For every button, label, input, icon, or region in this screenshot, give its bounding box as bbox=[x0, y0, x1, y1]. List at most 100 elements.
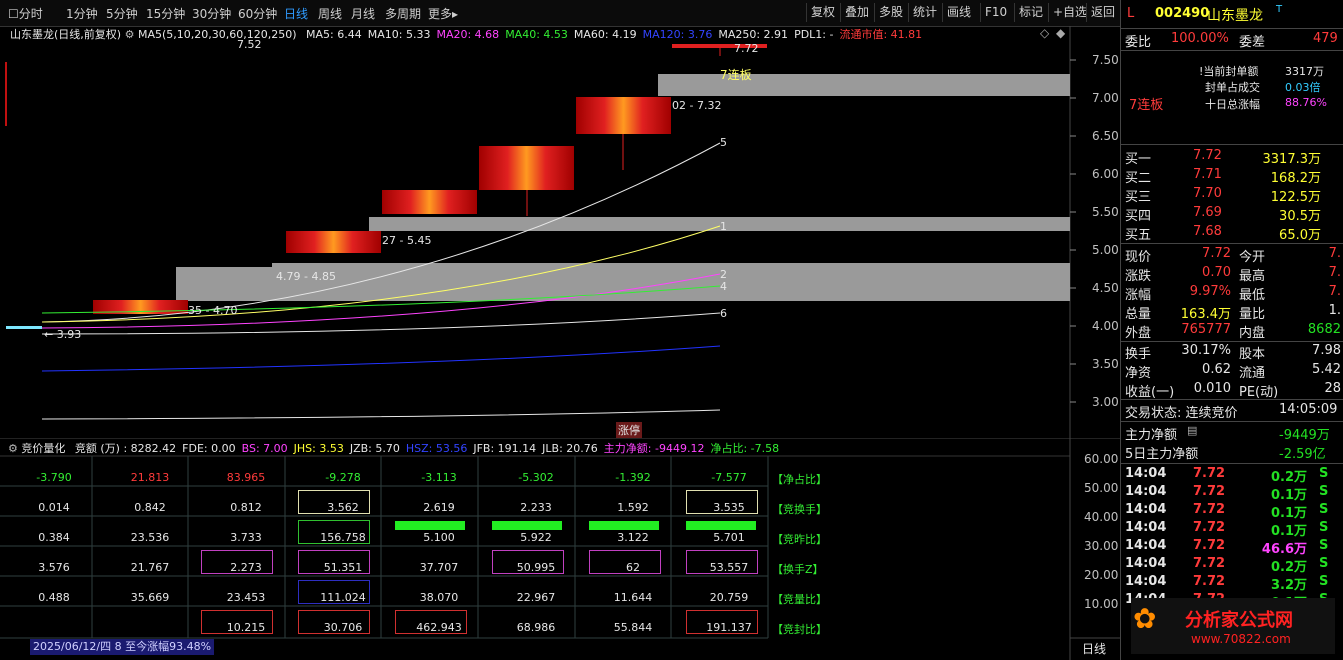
ma120-line bbox=[41, 345, 721, 372]
tick-row[interactable]: 14:04 7.72 0.1万 S bbox=[1121, 520, 1343, 539]
grid-cell: -1.392 bbox=[615, 471, 651, 484]
candle-2 bbox=[286, 231, 381, 253]
tick-row[interactable]: 14:04 7.72 46.6万 S bbox=[1121, 538, 1343, 557]
quote-label: 涨跌 bbox=[1125, 269, 1152, 284]
tb-60min-tab[interactable]: 60分钟 bbox=[238, 5, 277, 22]
label-732: 02 - 7.32 bbox=[672, 99, 722, 112]
tick-row[interactable]: 14:04 7.72 0.1万 S bbox=[1121, 484, 1343, 503]
fund-value: 0.010 bbox=[1193, 381, 1231, 396]
quote-panel: L 002490 山东墨龙 T 委比 100.00% 委差 479 !当前封单额… bbox=[1120, 0, 1343, 660]
grid-cell: 21.813 bbox=[130, 471, 170, 484]
diamond-icon[interactable]: ◇ bbox=[1040, 26, 1049, 40]
tb-multi-tab[interactable]: 多周期 bbox=[385, 5, 421, 22]
tb-1min-tab[interactable]: 1分钟 bbox=[66, 5, 98, 22]
tick-side: S bbox=[1319, 520, 1329, 535]
list-icon[interactable]: ▤ bbox=[1187, 424, 1197, 437]
add-watchlist-button[interactable]: +自选 bbox=[1048, 3, 1091, 22]
tb-5min-tab[interactable]: 5分钟 bbox=[106, 5, 138, 22]
tick-price: 7.72 bbox=[1193, 502, 1226, 517]
stats-button[interactable]: 统计 bbox=[908, 3, 941, 22]
grid-cell: 2.619 bbox=[423, 501, 455, 514]
multi-stock-button[interactable]: 多股 bbox=[874, 3, 907, 22]
tick-side: S bbox=[1319, 484, 1329, 499]
limit-up-tag: 涨停 bbox=[616, 422, 642, 438]
back-button[interactable]: 返回 bbox=[1086, 3, 1119, 22]
stock-name: 山东墨龙 bbox=[1207, 8, 1263, 24]
bid-label: 买二 bbox=[1125, 171, 1152, 186]
indicator-legend: ⚙ 竞价量化 竞额 (万) : 8282.42 FDE: 0.00 BS: 7.00… bbox=[8, 440, 779, 456]
quote-label: 内盘 bbox=[1239, 326, 1266, 341]
indicator-values: 竞额 (万) : 8282.42 FDE: 0.00 BS: 7.00 JHS: 3.… bbox=[69, 442, 779, 455]
tb-monthly-tab[interactable]: 月线 bbox=[351, 5, 375, 22]
tb-daily-tab[interactable]: 日线 bbox=[284, 5, 308, 22]
fund-value: 0.62 bbox=[1202, 362, 1231, 377]
tb-30min-tab[interactable]: 30分钟 bbox=[192, 5, 231, 22]
fund-row: 换手 30.17% 股本 7.98 bbox=[1121, 343, 1343, 362]
tick-row[interactable]: 14:04 7.72 0.2万 S bbox=[1121, 556, 1343, 575]
tick-row[interactable]: 14:04 7.72 0.1万 S bbox=[1121, 502, 1343, 521]
tick-volume: 0.1万 bbox=[1270, 524, 1307, 539]
diamond-filled-icon[interactable]: ◆ bbox=[1056, 26, 1065, 40]
grid-cell: 3.733 bbox=[230, 531, 262, 544]
indicator-tick-label: 10.00 bbox=[1084, 597, 1119, 611]
tb-minute-tab[interactable]: ☐分时 bbox=[8, 5, 43, 22]
trade-state-row: 交易状态: 连续竞价 14:05:09 bbox=[1125, 402, 1338, 421]
bid-volume: 65.0万 bbox=[1279, 228, 1321, 243]
grid-cell: -9.278 bbox=[325, 471, 361, 484]
settings-icon[interactable]: ⚙ bbox=[125, 28, 135, 41]
fund-row: 净资 0.62 流通 5.42 bbox=[1121, 362, 1343, 381]
indicator-value: 竞额 (万) : 8282.42 bbox=[74, 442, 177, 455]
grid-cell: -5.302 bbox=[518, 471, 554, 484]
grid-cell: 83.965 bbox=[226, 471, 266, 484]
price-tick-label: 6.50 bbox=[1092, 129, 1119, 143]
ma-legend-item: MA120: 3.76 bbox=[642, 28, 713, 41]
row-label: 【竞换手】 bbox=[772, 503, 827, 516]
grid-cell: 51.351 bbox=[323, 561, 363, 574]
seal-amount-value: 3317万 bbox=[1285, 65, 1324, 78]
tick-time: 14:04 bbox=[1125, 484, 1167, 499]
indicator-tick-label: 20.00 bbox=[1084, 568, 1119, 582]
label-752: 7.52 bbox=[237, 38, 262, 51]
stock-name-sup: T bbox=[1276, 4, 1283, 15]
watermark-logo: ✿ 分析家公式网 www.70822.com bbox=[1131, 598, 1335, 654]
tick-time: 14:04 bbox=[1125, 466, 1167, 481]
grid-cell: 5.100 bbox=[423, 531, 455, 544]
mark-button[interactable]: 标记 bbox=[1014, 3, 1047, 22]
tick-side: S bbox=[1319, 556, 1329, 571]
period-tab-daily[interactable]: 日线 bbox=[1082, 640, 1106, 657]
ma-legend-item: PDL1: - bbox=[794, 28, 834, 41]
f10-button[interactable]: F10 bbox=[980, 3, 1011, 22]
ten-day-label: 十日总涨幅 bbox=[1205, 98, 1260, 111]
line-label-1: 1 bbox=[720, 220, 727, 233]
tb-more-tab[interactable]: 更多▸ bbox=[428, 5, 458, 22]
draw-line-button[interactable]: 画线 bbox=[942, 3, 975, 22]
indicator-value: BS: 7.00 bbox=[241, 442, 288, 455]
tick-row[interactable]: 14:04 7.72 0.2万 S bbox=[1121, 466, 1343, 485]
kline-chart[interactable]: 山东墨龙(日线,前复权) ⚙ MA5(5,10,20,30,60,120,250… bbox=[0, 26, 1120, 438]
line-label-6: 6 bbox=[720, 307, 727, 320]
stock-header: L 002490 山东墨龙 T bbox=[1121, 4, 1343, 26]
tick-side: S bbox=[1319, 502, 1329, 517]
adjust-button[interactable]: 复权 bbox=[806, 3, 839, 22]
fund-value: 5.42 bbox=[1312, 362, 1341, 377]
quote-value: 765777 bbox=[1181, 322, 1231, 337]
tick-time: 14:04 bbox=[1125, 574, 1167, 589]
grid-cell: 0.842 bbox=[134, 501, 166, 514]
price-tick-label: 7.50 bbox=[1092, 53, 1119, 67]
line-label-5: 5 bbox=[720, 136, 727, 149]
overlay-button[interactable]: 叠加 bbox=[840, 3, 873, 22]
settings-icon[interactable]: ⚙ bbox=[8, 442, 18, 455]
tick-volume: 46.6万 bbox=[1261, 542, 1307, 557]
indicator-panel[interactable]: ⚙ 竞价量化 竞额 (万) : 8282.42 FDE: 0.00 BS: 7.00… bbox=[0, 438, 1120, 660]
fund-row: 收益(一) 0.010 PE(动) 28 bbox=[1121, 381, 1343, 400]
grid-cell: 2.233 bbox=[520, 501, 552, 514]
tb-weekly-tab[interactable]: 周线 bbox=[318, 5, 342, 22]
lianban-label: 7连板 bbox=[1129, 98, 1164, 113]
bar-fill bbox=[395, 521, 465, 530]
quote-value: 7.72 bbox=[1202, 246, 1231, 261]
tb-15min-tab[interactable]: 15分钟 bbox=[146, 5, 185, 22]
tick-row[interactable]: 14:04 7.72 3.2万 S bbox=[1121, 574, 1343, 593]
fund-label: 流通 bbox=[1239, 366, 1266, 381]
bid-row: 买一 7.72 3317.3万 bbox=[1121, 148, 1343, 167]
bid-row: 买五 7.68 65.0万 bbox=[1121, 224, 1343, 243]
